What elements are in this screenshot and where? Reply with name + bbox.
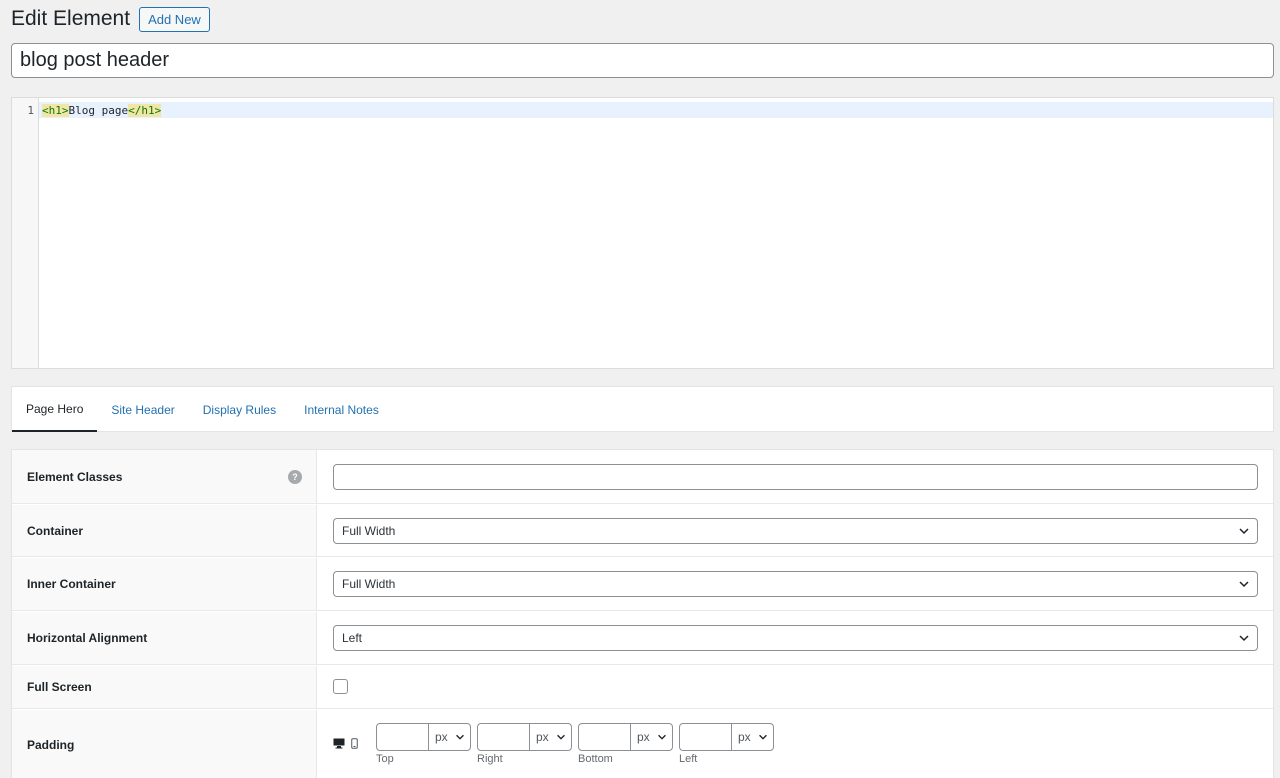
padding-right-unit-value: px [536,730,549,744]
field-padding: px Top px Right px Bottom px Left [317,710,1273,778]
settings-panel: Element Classes ? Container Full Width I… [11,449,1274,778]
row-container: Container Full Width [12,505,1273,557]
tab-display-rules[interactable]: Display Rules [189,387,290,432]
add-new-button[interactable]: Add New [139,6,210,32]
chevron-down-icon [658,734,666,740]
padding-right-group: px Right [477,723,573,773]
field-full-screen [317,666,1273,708]
padding-bottom-unit-select[interactable]: px [630,723,673,751]
padding-bottom-group: px Bottom [578,723,674,773]
settings-tabs: Page Hero Site Header Display Rules Inte… [11,386,1274,432]
label-full-screen: Full Screen [27,680,92,694]
page-title: Edit Element [11,7,131,30]
code-open-tag: <h1> [42,104,69,117]
tab-site-header[interactable]: Site Header [97,387,188,432]
label-inner-container: Inner Container [27,577,116,591]
row-full-screen: Full Screen [12,666,1273,709]
field-container: Full Width [317,505,1273,556]
padding-left-group: px Left [679,723,775,773]
padding-right-unit-select[interactable]: px [529,723,572,751]
horizontal-alignment-select[interactable]: Left [333,625,1258,651]
chevron-down-icon [1239,527,1249,534]
field-element-classes [317,450,1273,503]
tab-page-hero[interactable]: Page Hero [12,387,98,432]
padding-right-label: Right [477,753,503,765]
tab-internal-notes[interactable]: Internal Notes [290,387,393,432]
field-inner-container: Full Width [317,558,1273,610]
row-horizontal-alignment: Horizontal Alignment Left [12,612,1273,665]
container-select-value: Full Width [342,523,396,538]
label-horizontal-alignment: Horizontal Alignment [27,631,148,645]
question-circle-icon[interactable]: ? [288,469,302,484]
row-padding: Padding px Top px Right px Bottom px Lef… [12,710,1273,778]
inner-container-select-value: Full Width [342,577,396,591]
padding-bottom-label: Bottom [578,753,613,765]
full-screen-checkbox[interactable] [333,679,348,694]
code-line-active[interactable]: <h1>Blog page</h1> [39,102,1273,118]
padding-left-input[interactable] [679,723,732,751]
line-number: 1 [27,104,34,117]
padding-left-unit-value: px [738,730,751,744]
padding-bottom-unit-value: px [637,730,650,744]
chevron-down-icon [759,734,767,740]
device-toggle [333,738,358,749]
inner-container-select[interactable]: Full Width [333,571,1258,597]
row-label-element-classes: Element Classes ? [12,450,317,503]
horizontal-alignment-select-value: Left [342,631,363,645]
padding-top-unit-select[interactable]: px [428,723,471,751]
code-text: <h1>Blog page</h1> [42,104,162,117]
row-label-container: Container [12,505,317,556]
label-element-classes: Element Classes [27,469,123,484]
desktop-icon[interactable] [333,738,345,749]
row-label-inner-container: Inner Container [12,558,317,610]
padding-top-unit-value: px [435,730,448,744]
chevron-down-icon [456,734,464,740]
editor-gutter: 1 [12,98,39,368]
row-inner-container: Inner Container Full Width [12,558,1273,611]
padding-top-label: Top [376,753,394,765]
code-editor[interactable]: 1 <h1>Blog page</h1> [11,97,1274,369]
mobile-icon[interactable] [351,738,358,749]
element-classes-input[interactable] [333,463,1258,490]
code-close-tag: </h1> [128,104,162,117]
chevron-down-icon [1239,635,1249,642]
code-content: Blog page [68,104,129,117]
page-header: Edit Element Add New [11,6,210,32]
row-label-full-screen: Full Screen [12,666,317,708]
padding-top-group: px Top [376,723,472,773]
padding-left-label: Left [679,753,698,765]
container-select[interactable]: Full Width [333,517,1258,544]
row-element-classes: Element Classes ? [12,450,1273,504]
element-title-input[interactable] [11,43,1274,78]
label-padding: Padding [27,738,75,752]
row-label-padding: Padding [12,710,317,778]
field-horizontal-alignment: Left [317,612,1273,664]
padding-left-unit-select[interactable]: px [731,723,774,751]
chevron-down-icon [557,734,565,740]
chevron-down-icon [1239,581,1249,588]
padding-top-input[interactable] [376,723,429,751]
row-label-horizontal-alignment: Horizontal Alignment [12,612,317,664]
padding-right-input[interactable] [477,723,530,751]
label-container: Container [27,523,84,538]
padding-bottom-input[interactable] [578,723,631,751]
